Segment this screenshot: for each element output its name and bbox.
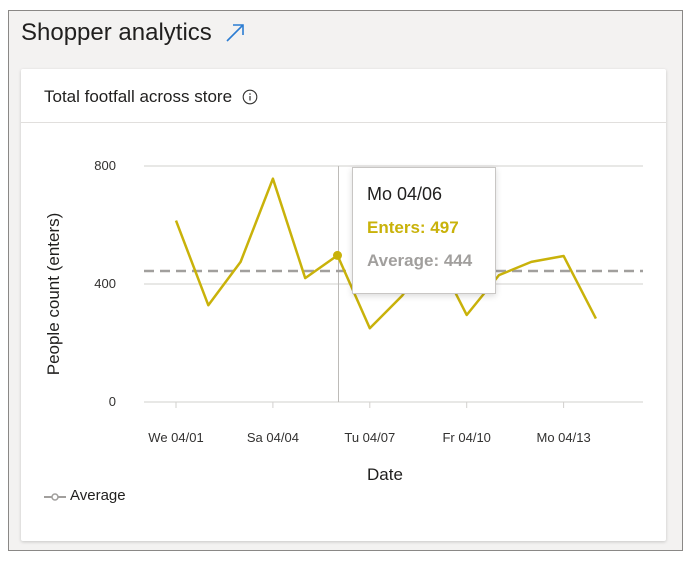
chart-legend[interactable]: Average xyxy=(44,487,126,504)
legend-average-marker xyxy=(44,490,66,502)
legend-average-label: Average xyxy=(70,487,126,504)
footfall-line-chart: 0 400 800 We 04/01 Sa 04/04 Tu 04/07 Fr 04/10 M… xyxy=(44,158,643,484)
arrow-up-right-icon[interactable] xyxy=(224,22,246,44)
chart-tooltip: Mo 04/06 Enters: 497 Average: 444 xyxy=(352,167,496,294)
x-tick-label: Sa 04/04 xyxy=(247,430,299,445)
x-tick-label: We 04/01 xyxy=(148,430,203,445)
highlight-point xyxy=(333,250,342,260)
y-tick-label: 800 xyxy=(94,158,116,173)
y-tick-label: 0 xyxy=(109,394,116,409)
y-tick-label: 400 xyxy=(94,276,116,291)
x-tick-label: Fr 04/10 xyxy=(442,430,490,445)
tooltip-date: Mo 04/06 xyxy=(367,184,443,204)
x-tick-label: Mo 04/13 xyxy=(536,430,590,445)
page-title-text: Shopper analytics xyxy=(21,19,212,46)
shopper-analytics-panel: Shopper analytics Total footfall across … xyxy=(8,10,683,551)
x-tick-label: Tu 04/07 xyxy=(344,430,395,445)
footfall-card: Total footfall across store 0 400 800 We 04… xyxy=(21,69,666,541)
page-title: Shopper analytics xyxy=(21,19,246,47)
x-axis-title: Date xyxy=(367,465,403,484)
tooltip-average: Average: 444 xyxy=(367,251,473,270)
y-axis-title: People count (enters) xyxy=(44,213,63,376)
tooltip-enters: Enters: 497 xyxy=(367,218,459,237)
